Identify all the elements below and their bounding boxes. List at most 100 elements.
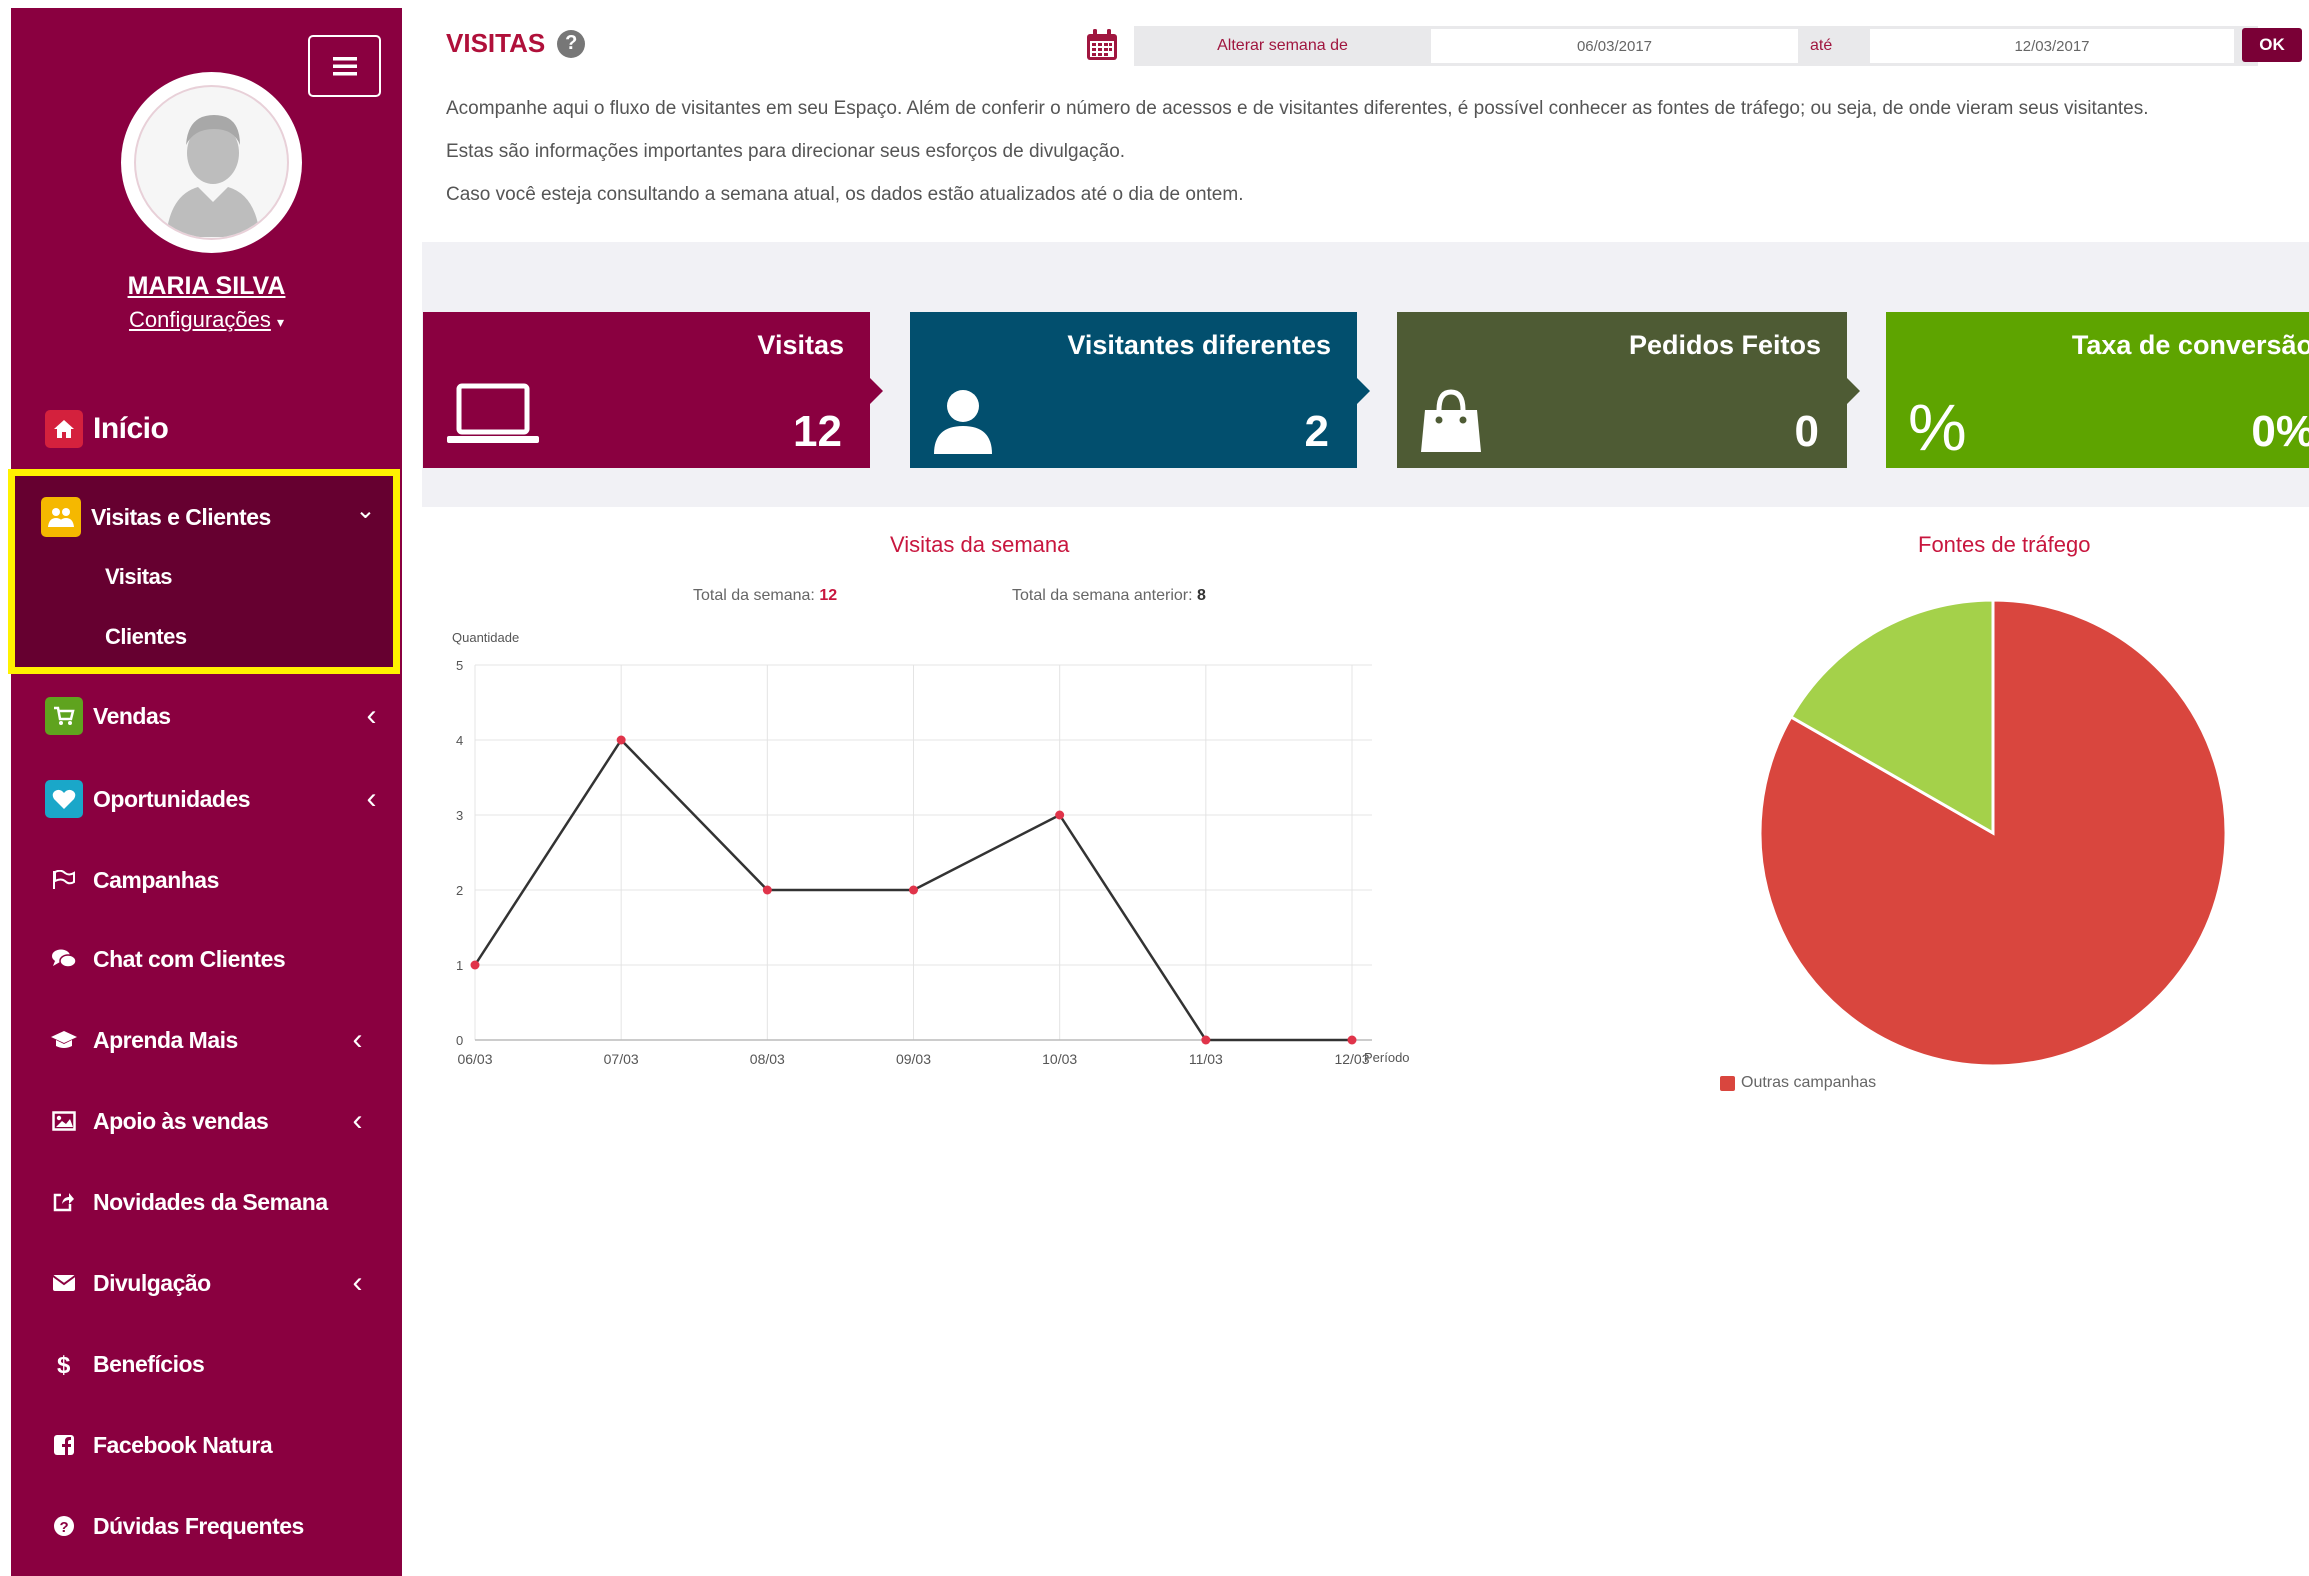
data-point [762, 885, 772, 895]
y-axis-label: Quantidade [452, 630, 519, 645]
y-tick-label: 4 [456, 733, 463, 748]
settings-dropdown[interactable]: Configurações ▾ [11, 307, 402, 333]
card-title: Taxa de conversão [2071, 330, 2309, 360]
description-line-2: Estas são informações importantes para d… [446, 141, 1126, 162]
prev-week-total-value: 8 [1197, 587, 1206, 604]
dollar-icon: $ [45, 1349, 83, 1379]
facebook-icon [45, 1430, 83, 1460]
chevron-left-icon: ‹ [352, 1023, 363, 1056]
card-pedidos: Pedidos Feitos 0 [1397, 312, 1860, 468]
x-tick-label: 06/03 [457, 1051, 492, 1067]
heart-icon [45, 780, 83, 818]
sidebar-item-label: Facebook Natura [93, 1431, 273, 1458]
sidebar-item-label: Dúvidas Frequentes [93, 1512, 304, 1539]
y-tick-label: 0 [456, 1033, 463, 1048]
week-total: Total da semana: 12 [693, 587, 837, 605]
svg-text:$: $ [57, 1352, 71, 1377]
svg-text:?: ? [60, 1519, 69, 1536]
graduation-cap-icon [45, 1025, 83, 1055]
page-title: VISITAS ? [446, 28, 586, 59]
data-point [1201, 1035, 1211, 1045]
chevron-left-icon: ‹ [352, 1104, 363, 1137]
sidebar-item-aprenda-mais[interactable]: Aprenda Mais ‹ [11, 1023, 402, 1056]
home-icon [45, 410, 83, 448]
picture-icon [45, 1106, 83, 1136]
x-axis-label: Período [1364, 1050, 1410, 1065]
y-tick-label: 3 [456, 808, 463, 823]
user-icon [934, 390, 992, 454]
sidebar-item-label: Benefícios [93, 1350, 205, 1377]
sidebar-item-inicio[interactable]: Início [11, 410, 402, 448]
flag-icon [45, 865, 83, 895]
sidebar-item-label: Início [93, 412, 169, 445]
cart-icon [45, 697, 83, 735]
card-value: 12 [793, 407, 842, 456]
question-icon: ? [45, 1511, 83, 1541]
sidebar-item-duvidas-frequentes[interactable]: ? Dúvidas Frequentes [11, 1511, 402, 1541]
chevron-left-icon: ‹ [352, 1266, 363, 1299]
pie-chart [1758, 598, 2228, 1068]
percent-icon: % [1908, 392, 1967, 458]
user-silhouette-icon [166, 115, 260, 237]
avatar[interactable] [121, 72, 302, 253]
y-tick-label: 1 [456, 958, 463, 973]
ok-button[interactable]: OK [2242, 28, 2302, 62]
chevron-down-icon: ⌄ [355, 497, 375, 524]
sidebar-group-header[interactable]: Visitas e Clientes ⌄ [15, 494, 393, 540]
sidebar-item-divulgacao[interactable]: Divulgação ‹ [11, 1266, 402, 1299]
sidebar-item-label: Aprenda Mais [93, 1026, 238, 1053]
line-chart-title: Visitas da semana [890, 532, 1070, 557]
legend-swatch [1720, 1075, 1735, 1091]
sidebar-item-campanhas[interactable]: Campanhas [11, 865, 402, 895]
envelope-icon [45, 1268, 83, 1298]
sidebar-item-label: Novidades da Semana [93, 1188, 328, 1215]
pie-legend[interactable]: Outras campanhas [1720, 1074, 1876, 1092]
data-point [616, 735, 626, 745]
sidebar-item-vendas[interactable]: Vendas ‹ [11, 697, 402, 735]
sidebar-item-label: Vendas [93, 702, 171, 729]
sidebar-item-facebook-natura[interactable]: Facebook Natura [11, 1430, 402, 1460]
card-title: Pedidos Feitos [1628, 330, 1821, 360]
sidebar-item-novidades-da-semana[interactable]: Novidades da Semana [11, 1187, 402, 1217]
menu-toggle-button[interactable] [308, 35, 381, 97]
description-line-3: Caso você esteja consultando a semana at… [446, 184, 1244, 205]
pie-chart-title: Fontes de tráfego [1918, 532, 2091, 557]
card-conversao: Taxa de conversão 0% % [1886, 312, 2309, 468]
sidebar-item-label: Chat com Clientes [93, 945, 286, 972]
description-line-1: Acompanhe aqui o fluxo de visitantes em … [446, 98, 2149, 119]
sidebar-subitem-visitas[interactable]: Visitas [105, 564, 173, 590]
sidebar-item-label: Oportunidades [93, 785, 251, 812]
date-from-input[interactable]: 06/03/2017 [1431, 29, 1798, 63]
x-tick-label: 08/03 [750, 1051, 785, 1067]
sidebar-item-beneficios[interactable]: $ Benefícios [11, 1349, 402, 1379]
chevron-left-icon: ‹ [366, 782, 377, 815]
sidebar-item-chat-com-clientes[interactable]: Chat com Clientes [11, 944, 402, 974]
help-icon[interactable]: ? [557, 29, 586, 58]
date-to-input[interactable]: 12/03/2017 [1870, 29, 2234, 63]
legend-label: Outras campanhas [1741, 1074, 1877, 1091]
users-icon [41, 497, 81, 537]
sidebar-subitem-clientes[interactable]: Clientes [105, 624, 187, 650]
x-tick-label: 09/03 [896, 1051, 931, 1067]
card-visitantes: Visitantes diferentes 2 [910, 312, 1370, 468]
calendar-icon[interactable] [1085, 28, 1119, 62]
data-point [909, 885, 918, 895]
sidebar-item-label: Campanhas [93, 866, 219, 893]
card-value: 0% [2251, 407, 2309, 456]
sidebar-item-apoio-as-vendas[interactable]: Apoio às vendas ‹ [11, 1104, 402, 1137]
share-icon [45, 1187, 83, 1217]
x-tick-label: 10/03 [1042, 1051, 1077, 1067]
sidebar-item-oportunidades[interactable]: Oportunidades ‹ [11, 780, 402, 818]
y-tick-label: 5 [456, 658, 463, 673]
user-name-link[interactable]: MARIA SILVA [11, 272, 402, 301]
sidebar-group-visitas-clientes: Visitas e Clientes ⌄ Visitas Clientes [8, 469, 400, 674]
laptop-icon [447, 383, 539, 443]
chat-icon [45, 944, 83, 974]
hamburger-icon [332, 57, 357, 76]
x-tick-label: 11/03 [1189, 1051, 1223, 1067]
caret-down-icon: ▾ [276, 314, 285, 330]
sidebar-item-label: Apoio às vendas [93, 1107, 269, 1134]
card-title: Visitas [757, 330, 844, 360]
settings-link[interactable]: Configurações [129, 307, 271, 332]
svg-text:%: % [1908, 392, 1967, 458]
